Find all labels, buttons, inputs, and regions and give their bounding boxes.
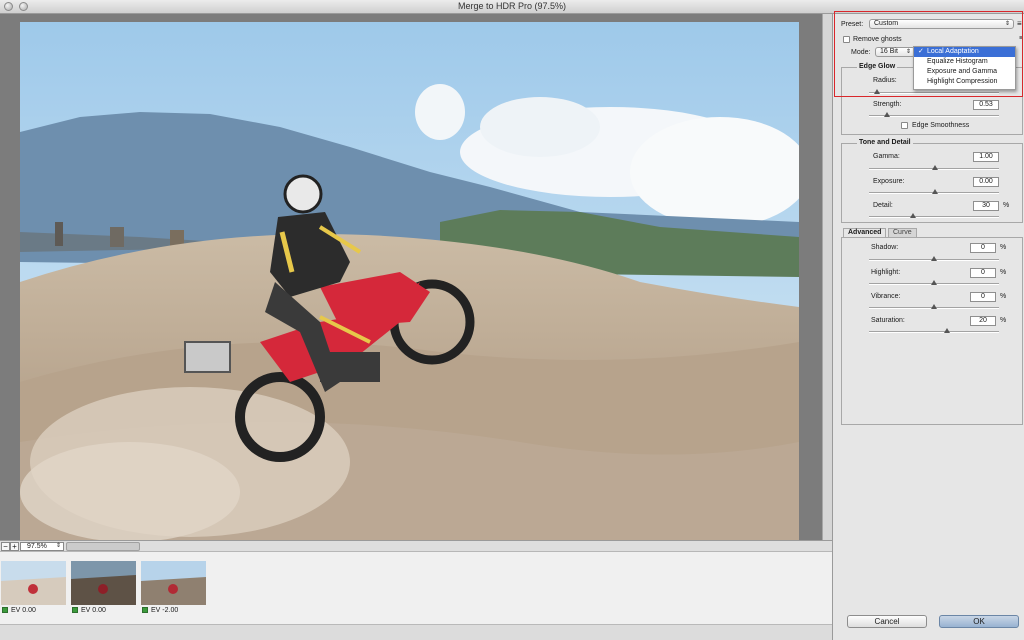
panel-menu-icon[interactable]: ≡ — [1019, 35, 1023, 42]
saturation-value-field[interactable]: 20 — [970, 316, 996, 326]
slider-knob[interactable] — [931, 304, 937, 309]
preset-menu-icon[interactable]: ≡ — [1017, 19, 1022, 28]
slider-knob[interactable] — [932, 165, 938, 170]
mode-option-local-adaptation[interactable]: ✓ Local Adaptation — [914, 47, 1015, 57]
gamma-value-field[interactable]: 1.00 — [973, 152, 999, 162]
exposure-slider[interactable] — [869, 189, 999, 194]
shadow-slider[interactable] — [869, 256, 999, 261]
saturation-label: Saturation: — [871, 317, 905, 324]
vibrance-value-field[interactable]: 0 — [970, 292, 996, 302]
detail-value-field[interactable]: 30 — [973, 201, 999, 211]
remove-ghosts-checkbox[interactable] — [843, 36, 850, 43]
slider-knob[interactable] — [931, 256, 937, 261]
saturation-slider[interactable] — [869, 328, 999, 333]
ev-value: EV -2.00 — [151, 607, 179, 614]
edge-smoothness-label: Edge Smoothness — [912, 122, 970, 129]
exposure-value-field[interactable]: 0.00 — [973, 177, 999, 187]
vibrance-slider[interactable] — [869, 304, 999, 309]
mode-option-highlight-compression[interactable]: Highlight Compression — [914, 77, 1015, 87]
tone-detail-title: Tone and Detail — [857, 139, 913, 146]
highlight-value-field[interactable]: 0 — [970, 268, 996, 278]
zoom-level-value: 97.5% — [27, 543, 47, 550]
remove-ghosts-label: Remove ghosts — [853, 36, 902, 43]
chevron-updown-icon: ⇕ — [55, 543, 61, 549]
title-bar: Merge to HDR Pro (97.5%) — [0, 0, 1024, 14]
slider-knob[interactable] — [874, 89, 880, 94]
preview-area — [0, 14, 832, 540]
mode-dropdown-menu: ✓ Local Adaptation Equalize Histogram Ex… — [913, 46, 1016, 90]
slider-knob[interactable] — [884, 112, 890, 117]
preview-horizontal-scrollbar[interactable] — [66, 542, 140, 551]
ev-label: EV 0.00 — [2, 607, 36, 614]
tab-advanced[interactable]: Advanced — [843, 228, 887, 237]
gamma-slider[interactable] — [869, 165, 999, 170]
strength-label: Strength: — [873, 101, 902, 108]
shadow-label: Shadow: — [871, 244, 899, 251]
strength-slider[interactable] — [869, 112, 999, 117]
included-checkbox[interactable] — [2, 607, 8, 613]
bit-depth-value: 16 Bit — [880, 48, 898, 55]
chevron-updown-icon: ⇕ — [905, 49, 911, 55]
hdr-pro-window: Merge to HDR Pro (97.5%) − + 97.5% ⇕ EV … — [0, 0, 1024, 640]
radius-slider[interactable] — [869, 89, 999, 94]
bit-depth-select[interactable]: 16 Bit ⇕ — [875, 47, 915, 57]
detail-slider[interactable] — [869, 213, 999, 218]
tab-curve[interactable]: Curve — [888, 228, 917, 237]
detail-unit: % — [1003, 202, 1010, 209]
zoom-bar: − + 97.5% ⇕ — [0, 540, 832, 552]
ev-value: EV 0.00 — [11, 607, 36, 614]
highlight-label: Highlight: — [871, 269, 901, 276]
window-title: Merge to HDR Pro (97.5%) — [457, 1, 567, 11]
strength-value-field[interactable]: 0.53 — [973, 100, 999, 110]
checkmark-icon: ✓ — [918, 48, 924, 55]
slider-knob[interactable] — [931, 280, 937, 285]
menu-item-label: Highlight Compression — [927, 78, 998, 85]
radius-label: Radius: — [873, 77, 897, 84]
zoom-in-button[interactable]: + — [10, 542, 19, 551]
shadow-unit: % — [1000, 244, 1007, 251]
preset-select[interactable]: Custom ⇕ — [869, 19, 1014, 29]
zoom-level-field[interactable]: 97.5% ⇕ — [20, 542, 64, 551]
source-thumbnail[interactable] — [71, 561, 136, 605]
shadow-value-field[interactable]: 0 — [970, 243, 996, 253]
saturation-unit: % — [1000, 317, 1007, 324]
source-thumbnail[interactable] — [1, 561, 66, 605]
vibrance-unit: % — [1000, 293, 1007, 300]
chevron-updown-icon: ⇕ — [1004, 21, 1010, 27]
slider-knob[interactable] — [910, 213, 916, 218]
edge-glow-title: Edge Glow — [857, 63, 898, 70]
edge-smoothness-checkbox[interactable] — [901, 122, 908, 129]
preview-vertical-scrollbar[interactable] — [822, 14, 832, 540]
slider-knob[interactable] — [944, 328, 950, 333]
mode-option-exposure-gamma[interactable]: Exposure and Gamma — [914, 67, 1015, 77]
mode-label: Mode: — [851, 49, 871, 56]
ok-button[interactable]: OK — [939, 615, 1019, 628]
mode-option-equalize-histogram[interactable]: Equalize Histogram — [914, 57, 1015, 67]
source-thumbnail[interactable] — [141, 561, 206, 605]
ev-label: EV -2.00 — [142, 607, 178, 614]
detail-label: Detail: — [873, 202, 893, 209]
ev-value: EV 0.00 — [81, 607, 106, 614]
highlight-slider[interactable] — [869, 280, 999, 285]
slider-knob[interactable] — [932, 189, 938, 194]
vibrance-label: Vibrance: — [871, 293, 901, 300]
ev-label: EV 0.00 — [72, 607, 106, 614]
preset-label: Preset: — [841, 21, 864, 28]
menu-item-label: Local Adaptation — [927, 48, 979, 55]
menu-item-label: Equalize Histogram — [927, 58, 988, 65]
exposure-label: Exposure: — [873, 178, 905, 185]
preset-value: Custom — [874, 20, 899, 27]
gamma-label: Gamma: — [873, 153, 900, 160]
included-checkbox[interactable] — [72, 607, 78, 613]
cancel-button[interactable]: Cancel — [847, 615, 927, 628]
thumbnail-scrollbar[interactable] — [0, 624, 832, 640]
included-checkbox[interactable] — [142, 607, 148, 613]
hdr-settings-panel: Preset: Custom ⇕ ≡ Remove ghosts ≡ Mode:… — [832, 14, 1024, 640]
highlight-unit: % — [1000, 269, 1007, 276]
zoom-out-button[interactable]: − — [1, 542, 10, 551]
menu-item-label: Exposure and Gamma — [927, 68, 998, 75]
hdr-preview-image — [20, 22, 799, 540]
